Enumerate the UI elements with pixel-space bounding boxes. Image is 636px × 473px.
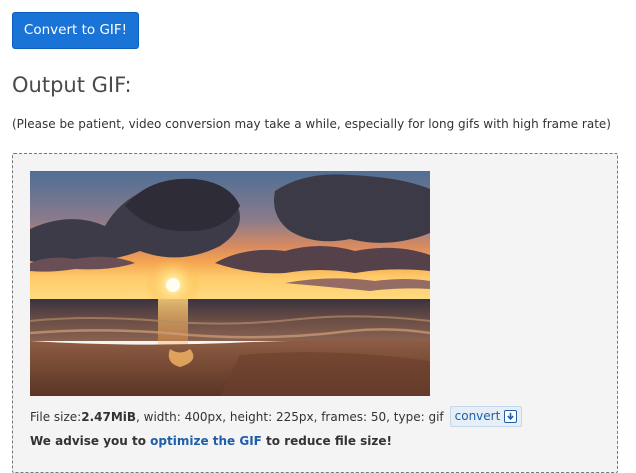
output-gif-panel: File size: 2.47MiB , width: 400px, heigh…: [12, 153, 618, 473]
gif-details: , width: 400px, height: 225px, frames: 5…: [136, 409, 444, 424]
convert-to-gif-button[interactable]: Convert to GIF!: [12, 12, 139, 49]
optimize-gif-link[interactable]: optimize the GIF: [150, 434, 262, 448]
output-gif-image: [30, 171, 430, 396]
advise-prefix: We advise you to: [30, 434, 151, 448]
output-gif-heading: Output GIF:: [12, 73, 132, 97]
file-size-value: 2.47MiB: [81, 409, 137, 424]
file-size-label: File size:: [30, 409, 82, 424]
optimize-advice: We advise you to optimize the GIF to red…: [30, 433, 392, 449]
convert-download-button[interactable]: convert: [449, 406, 523, 427]
convert-link-label: convert: [454, 409, 501, 423]
advise-suffix: to reduce file size!: [261, 434, 393, 448]
download-icon: [504, 410, 518, 423]
gif-info-line: File size: 2.47MiB , width: 400px, heigh…: [30, 406, 523, 427]
patience-note: (Please be patient, video conversion may…: [12, 117, 611, 131]
